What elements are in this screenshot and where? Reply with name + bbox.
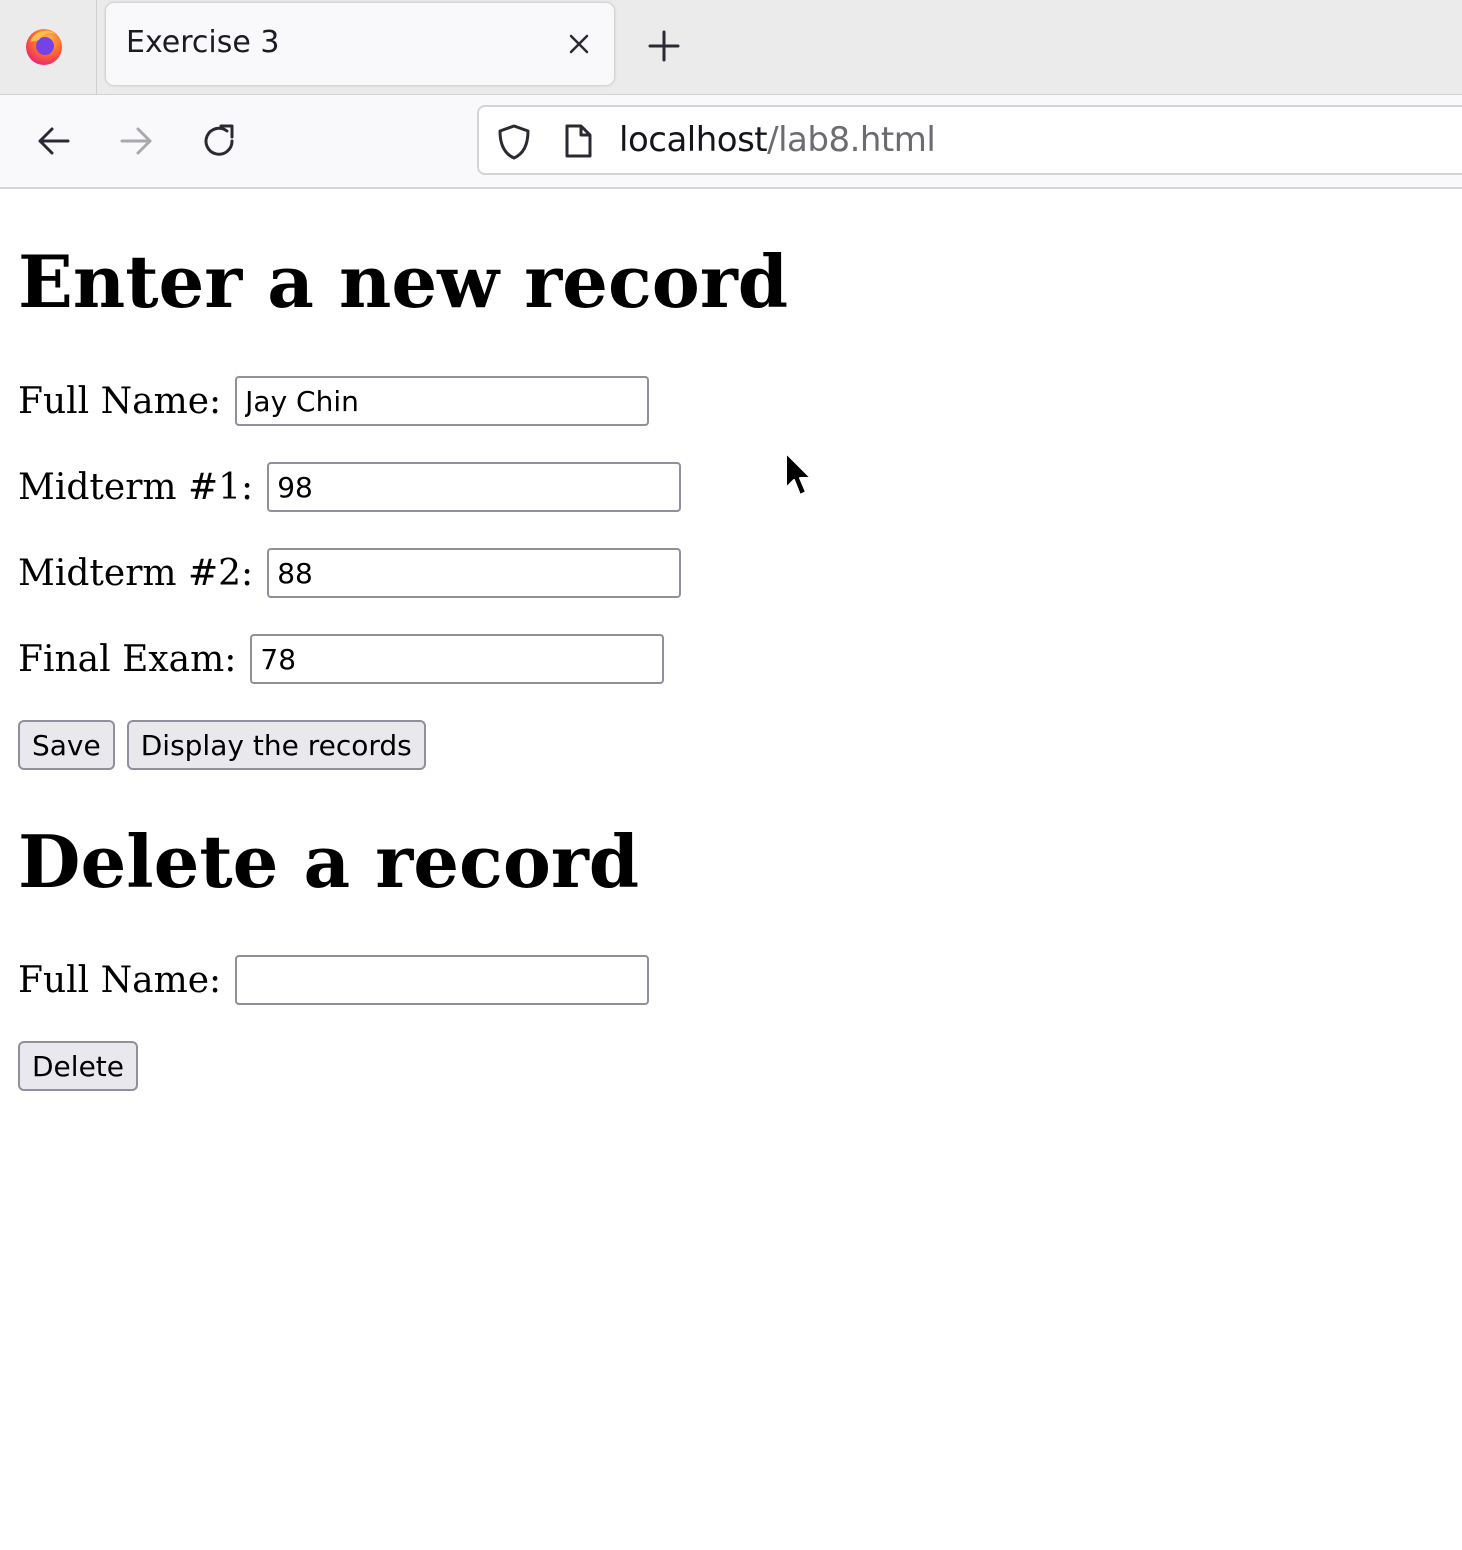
url-host: localhost	[619, 120, 768, 160]
delete-full-name-input[interactable]	[235, 955, 650, 1005]
page-icon	[565, 124, 592, 158]
midterm1-row: Midterm #1:	[18, 462, 682, 512]
url-bar[interactable]: localhost/lab8.html	[477, 105, 1462, 175]
delete-actions: Delete	[18, 1041, 150, 1091]
final-exam-row: Final Exam:	[18, 634, 665, 684]
url-text[interactable]: localhost/lab8.html	[619, 120, 936, 160]
save-button[interactable]: Save	[18, 720, 115, 770]
insert-actions: Save Display the records	[18, 720, 438, 770]
close-icon[interactable]	[564, 29, 594, 59]
midterm2-row: Midterm #2:	[18, 548, 682, 598]
full-name-label: Full Name:	[18, 380, 222, 422]
url-path: /lab8.html	[767, 120, 936, 160]
insert-heading: Enter a new record	[18, 239, 789, 324]
midterm1-input[interactable]	[267, 462, 682, 512]
back-arrow-icon[interactable]	[34, 121, 74, 161]
forward-arrow-icon[interactable]	[116, 121, 156, 161]
mouse-cursor-icon	[785, 452, 812, 496]
full-name-row: Full Name:	[18, 376, 650, 426]
reload-icon[interactable]	[199, 121, 239, 161]
midterm2-label: Midterm #2:	[18, 552, 254, 594]
shield-icon[interactable]	[497, 123, 531, 161]
display-records-button[interactable]: Display the records	[126, 720, 426, 770]
tab-title: Exercise 3	[126, 25, 280, 60]
tab-bar: Exercise 3	[0, 0, 1462, 95]
delete-button[interactable]: Delete	[18, 1041, 138, 1091]
plus-icon[interactable]	[644, 26, 684, 66]
final-exam-label: Final Exam:	[18, 638, 237, 680]
delete-full-name-row: Full Name:	[18, 955, 650, 1005]
midterm2-input[interactable]	[267, 548, 682, 598]
tab-separator	[96, 0, 97, 94]
midterm1-label: Midterm #1:	[18, 466, 254, 508]
navigation-bar: localhost/lab8.html	[0, 95, 1462, 189]
final-exam-input[interactable]	[250, 634, 665, 684]
firefox-icon[interactable]	[22, 24, 66, 68]
active-tab[interactable]: Exercise 3	[106, 3, 614, 85]
delete-full-name-label: Full Name:	[18, 959, 222, 1001]
delete-heading: Delete a record	[18, 819, 640, 904]
full-name-input[interactable]	[235, 376, 650, 426]
